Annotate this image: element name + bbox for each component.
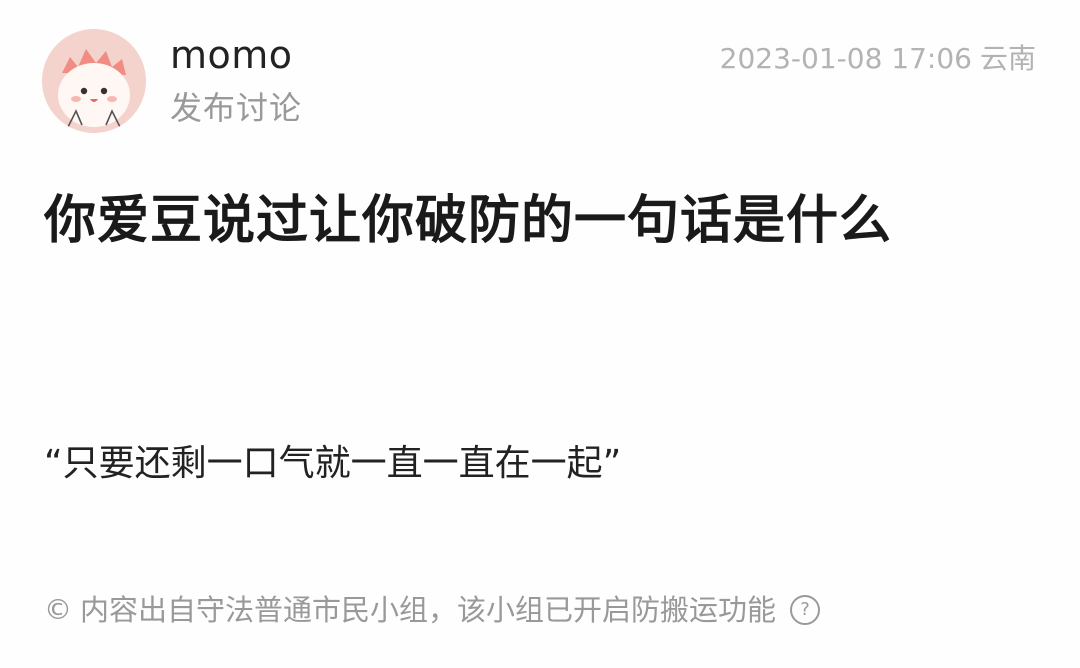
help-icon[interactable]: ? <box>790 595 821 625</box>
post-location: 云南 <box>979 42 1036 75</box>
post-body: “只要还剩一口气就一直一直在一起” <box>44 443 622 484</box>
post-timestamp: 2023-01-08 17:06 <box>719 42 972 75</box>
author-avatar[interactable] <box>42 29 146 133</box>
repost-notice: © 内容出自守法普通市民小组，该小组已开启防搬运功能 ? <box>44 590 821 630</box>
cute-character-icon <box>42 29 146 133</box>
copyright-icon: © <box>44 593 72 626</box>
post-meta: 2023-01-08 17:06 云南 <box>720 42 1036 76</box>
post-page: momo 发布讨论 2023-01-08 17:06 云南 你爱豆说过让你破防的一… <box>0 0 1080 668</box>
post-title: 你爱豆说过让你破防的一句话是什么 <box>44 191 893 251</box>
post-action-label: 发布讨论 <box>170 89 303 127</box>
author-name[interactable]: momo <box>170 32 293 78</box>
repost-notice-text: 内容出自守法普通市民小组，该小组已开启防搬运功能 <box>80 593 777 627</box>
